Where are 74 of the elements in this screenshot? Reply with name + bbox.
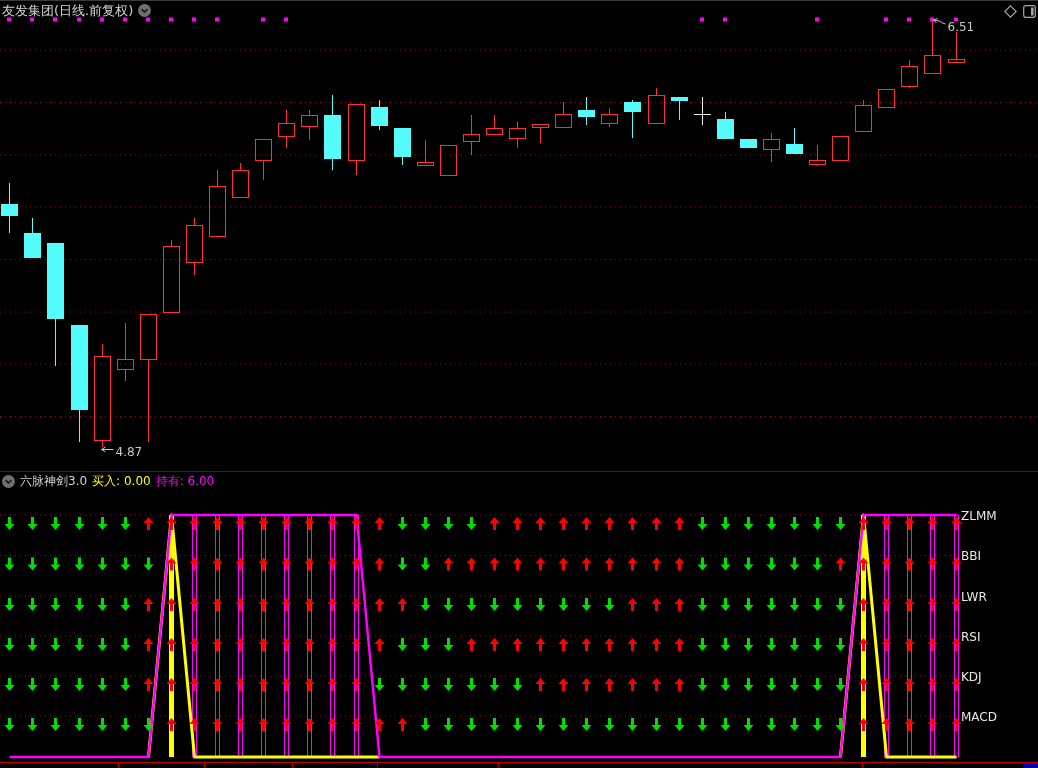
candlestick: [255, 139, 272, 181]
candlestick: [24, 217, 41, 259]
candlestick: [209, 169, 226, 237]
marker-icon: [146, 17, 150, 22]
marker-icon: [723, 17, 727, 22]
marker-icon: [930, 17, 934, 22]
marker-icon: [284, 17, 288, 22]
marker-icon: [30, 17, 34, 22]
low-price-label: 4.87: [115, 445, 143, 459]
marker-icon: [169, 17, 173, 22]
candlestick: [117, 322, 134, 382]
marker-icon: [884, 17, 888, 22]
scroll-thumb[interactable]: [1023, 763, 1038, 768]
candlestick: [1, 182, 18, 234]
candlestick: [624, 99, 641, 139]
marker-icon: [954, 17, 958, 22]
marker-icon: [100, 17, 104, 22]
candlestick: [855, 99, 872, 132]
candlestick: [555, 101, 572, 128]
candlestick: [832, 136, 849, 161]
marker-icon: [77, 17, 81, 22]
marker-icon: [53, 17, 57, 22]
candlestick: [348, 104, 365, 176]
candlestick: [509, 121, 526, 149]
marker-icon: [907, 17, 911, 22]
marker-icon: [192, 17, 196, 22]
diamond-icon[interactable]: [1004, 5, 1017, 18]
candlestick: [578, 96, 595, 126]
high-price-label: 6.51: [947, 20, 975, 34]
indicator-label: ZLMM: [961, 508, 997, 523]
candlestick: [740, 138, 757, 149]
chart-title: 友发集团(日线.前复权): [2, 2, 134, 18]
candlestick: [717, 111, 734, 140]
hold-value: 持有: 6.00: [155, 474, 215, 488]
candlestick: [440, 145, 457, 176]
indicator-label: LWR: [961, 589, 987, 604]
leader-arrow: [933, 18, 946, 25]
indicator-label: BBI: [961, 549, 981, 563]
marker-icon: [7, 17, 11, 22]
candlestick: [924, 19, 941, 74]
candlestick: [601, 107, 618, 128]
indicator-name: 六脉神剑3.0: [20, 474, 88, 488]
candlestick: [648, 87, 665, 124]
chevron-down-icon[interactable]: [138, 3, 152, 17]
indicator-label: KDJ: [961, 669, 982, 684]
buy-value: 买入: 0.00: [92, 474, 151, 488]
marker-icon: [123, 17, 127, 22]
leader-arrow: [101, 446, 114, 453]
sidebar-panel-icon[interactable]: [1023, 5, 1036, 18]
candlestick: [371, 99, 388, 131]
candlestick: [278, 109, 295, 149]
indicator-label: RSI: [961, 629, 981, 644]
candlestick: [948, 31, 965, 63]
marker-icon: [215, 17, 219, 22]
candlestick: [763, 132, 780, 163]
candlestick: [301, 109, 318, 141]
candlestick: [809, 144, 826, 167]
candlestick: [394, 127, 411, 166]
marker-icon: [261, 17, 265, 22]
candlestick: [901, 59, 918, 89]
candlestick: [532, 124, 549, 144]
candlestick: [232, 162, 249, 198]
candlestick: [186, 217, 203, 276]
chevron-down-icon[interactable]: [2, 474, 15, 488]
marker-icon: [815, 17, 819, 22]
candlestick: [486, 114, 503, 135]
candlestick: [417, 139, 434, 166]
marker-icon: [700, 17, 704, 22]
candlestick: [463, 114, 480, 156]
candlestick: [693, 96, 712, 126]
indicator-label: MACD: [961, 709, 997, 724]
candlestick: [671, 96, 688, 121]
candlestick: [878, 89, 895, 108]
candlestick: [786, 127, 803, 155]
